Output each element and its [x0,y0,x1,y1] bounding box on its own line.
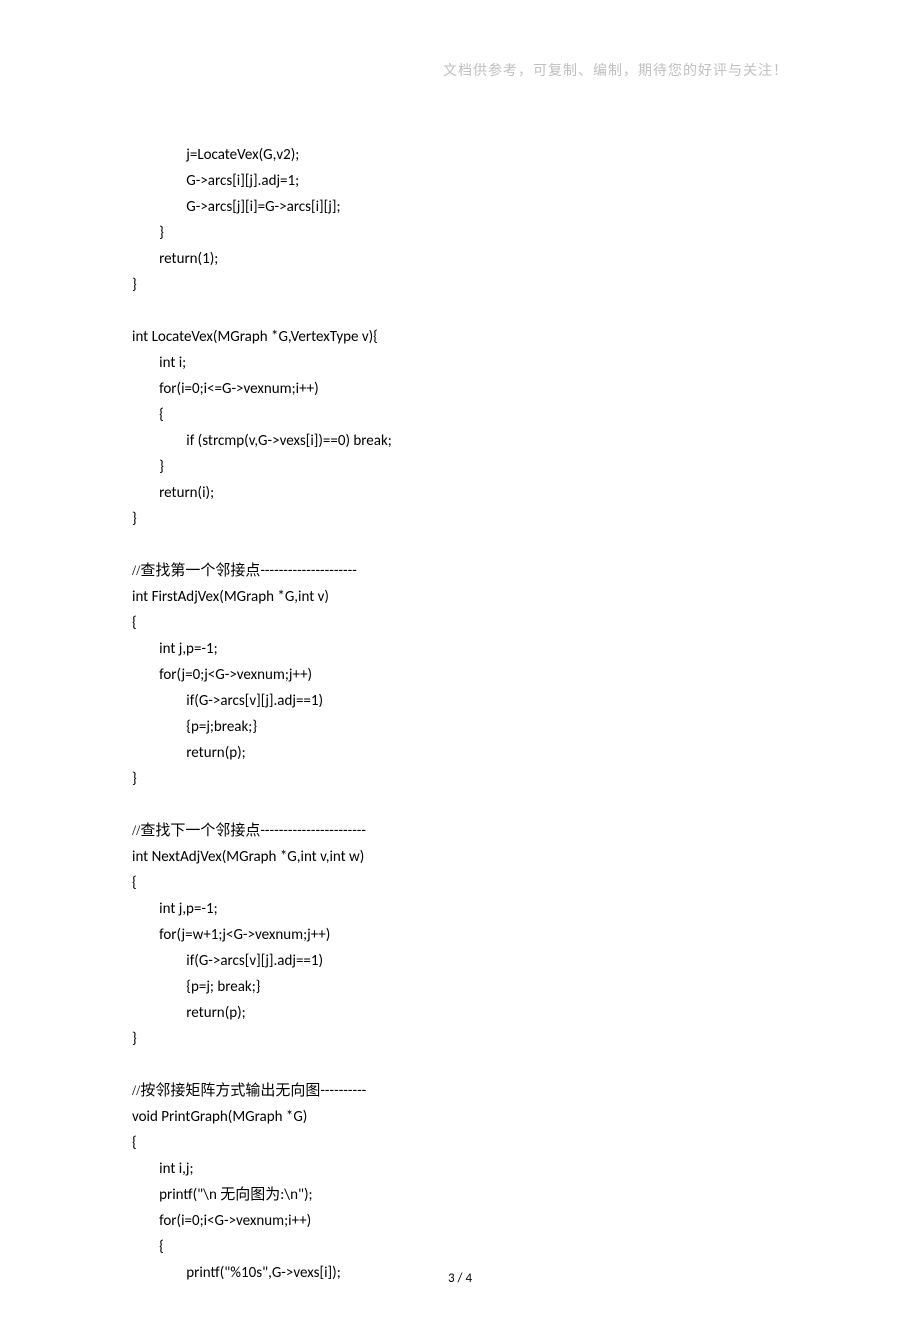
code-segment: :\n"); [280,1186,312,1204]
code-block: j=LocateVex(G,v2); G->arcs[i][j].adj=1; … [132,116,788,1286]
comment-dashes: --------------------- [260,562,356,580]
code-line: return(i); [132,484,214,502]
code-line: for(j=w+1;j<G->vexnum;j++) [132,926,330,944]
code-line: if (strcmp(v,G->vexs[i])==0) break; [132,432,392,450]
comment-cjk: //按邻接矩阵方式输出无向图 [132,1083,320,1099]
code-line: { [132,614,137,632]
code-line: } [132,224,164,242]
code-line: int i; [132,354,186,372]
code-line: for(i=0;i<=G->vexnum;i++) [132,380,319,398]
code-line: int j,p=-1; [132,900,218,918]
code-line: void PrintGraph(MGraph *G) [132,1108,307,1126]
code-line: } [132,276,137,294]
code-comment-line: //查找第一个邻接点--------------------- [132,562,357,580]
code-line: {p=j;break;} [132,718,257,736]
code-line: int i,j; [132,1160,194,1178]
code-segment-cjk: 无向图为 [220,1187,280,1203]
code-comment-line: //查找下一个邻接点----------------------- [132,822,366,840]
code-line: { [132,1134,137,1152]
code-line: } [132,458,164,476]
code-line: printf("\n 无向图为:\n"); [132,1186,313,1204]
code-line: return(p); [132,1004,246,1022]
code-line: int NextAdjVex(MGraph *G,int v,int w) [132,848,364,866]
comment-cjk: //查找下一个邻接点 [132,823,260,839]
header-note: 文档供参考，可复制、编制，期待您的好评与关注！ [132,60,788,80]
code-line: return(1); [132,250,218,268]
comment-dashes: ---------- [320,1082,366,1100]
code-line: int j,p=-1; [132,640,218,658]
code-comment-line: //按邻接矩阵方式输出无向图---------- [132,1082,366,1100]
code-line: { [132,1238,164,1256]
code-line: return(p); [132,744,246,762]
code-segment: printf("\n [132,1186,220,1204]
code-line: int LocateVex(MGraph *G,VertexType v){ [132,328,378,346]
comment-cjk: //查找第一个邻接点 [132,563,260,579]
code-line: } [132,770,137,788]
code-line: G->arcs[i][j].adj=1; [132,172,299,190]
code-line: if(G->arcs[v][j].adj==1) [132,692,323,710]
code-line: } [132,510,137,528]
code-line: {p=j; break;} [132,978,260,996]
code-line: for(j=0;j<G->vexnum;j++) [132,666,312,684]
code-line: int FirstAdjVex(MGraph *G,int v) [132,588,329,606]
comment-dashes: ----------------------- [260,822,366,840]
code-line: { [132,406,164,424]
code-line: for(i=0;i<G->vexnum;i++) [132,1212,311,1230]
code-line: if(G->arcs[v][j].adj==1) [132,952,323,970]
code-line: j=LocateVex(G,v2); [132,146,299,164]
page-footer: 3 / 4 [132,1271,788,1286]
code-line: G->arcs[j][i]=G->arcs[i][j]; [132,198,340,216]
code-line: } [132,1030,137,1048]
code-line: { [132,874,137,892]
document-page: 文档供参考，可复制、编制，期待您的好评与关注！ j=LocateVex(G,v2… [0,0,920,1326]
